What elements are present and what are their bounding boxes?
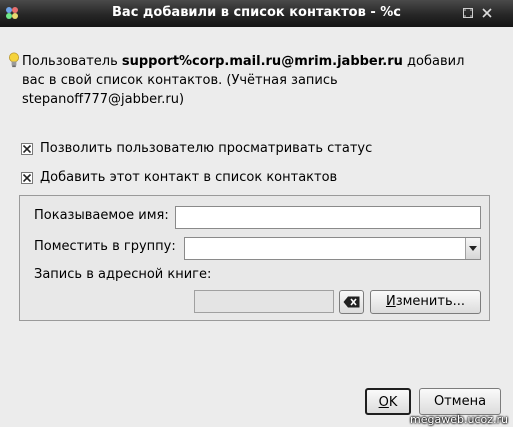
clear-entry-button[interactable] [339,290,364,314]
message-line2: вас в свой список контактов. (Учётная за… [22,73,338,88]
watermark: megaweb.ucoz.ru [410,413,508,426]
group-combobox[interactable] [184,237,481,260]
ok-mnemonic: О [378,395,389,410]
checkmark-icon [23,145,31,153]
checkbox-box[interactable] [21,172,33,184]
addressbook-label: Запись в адресной книге: [34,267,212,282]
checkbox-box[interactable] [21,143,33,155]
change-mnemonic: И [385,294,396,309]
add-contact-label: Добавить этот контакт в список контактов [40,170,338,185]
maximize-icon[interactable] [462,7,474,19]
contact-jid: support%corp.mail.ru@mrim.jabber.ru [121,54,403,69]
message-line1-rest: добавил [402,54,465,69]
window-title: Вас добавили в список контактов - %c [112,5,401,20]
change-label: зменить... [395,294,466,309]
display-name-label: Показываемое имя: [34,208,169,223]
addressbook-entry-field[interactable] [194,290,334,313]
notification-message: Пользователь support%corp.mail.ru@mrim.j… [9,52,492,109]
chevron-down-icon[interactable] [465,238,480,259]
checkmark-icon [23,174,31,182]
clear-icon [343,296,360,308]
title-bar[interactable]: Вас добавили в список контактов - %c [0,0,513,27]
display-name-input[interactable] [175,206,481,229]
lightbulb-icon [9,52,19,68]
close-icon[interactable] [481,7,493,19]
allow-status-label: Позволить пользователю просматривать ста… [40,141,373,156]
cancel-button[interactable]: Отмена [419,388,501,415]
change-button[interactable]: Изменить... [370,290,481,314]
message-prefix: Пользователь [22,54,122,69]
ok-button[interactable]: ОK [365,388,411,415]
message-line3: stepanoff777@jabber.ru) [22,92,185,107]
ok-label: K [388,395,398,410]
group-label: Поместить в группу: [34,239,176,254]
